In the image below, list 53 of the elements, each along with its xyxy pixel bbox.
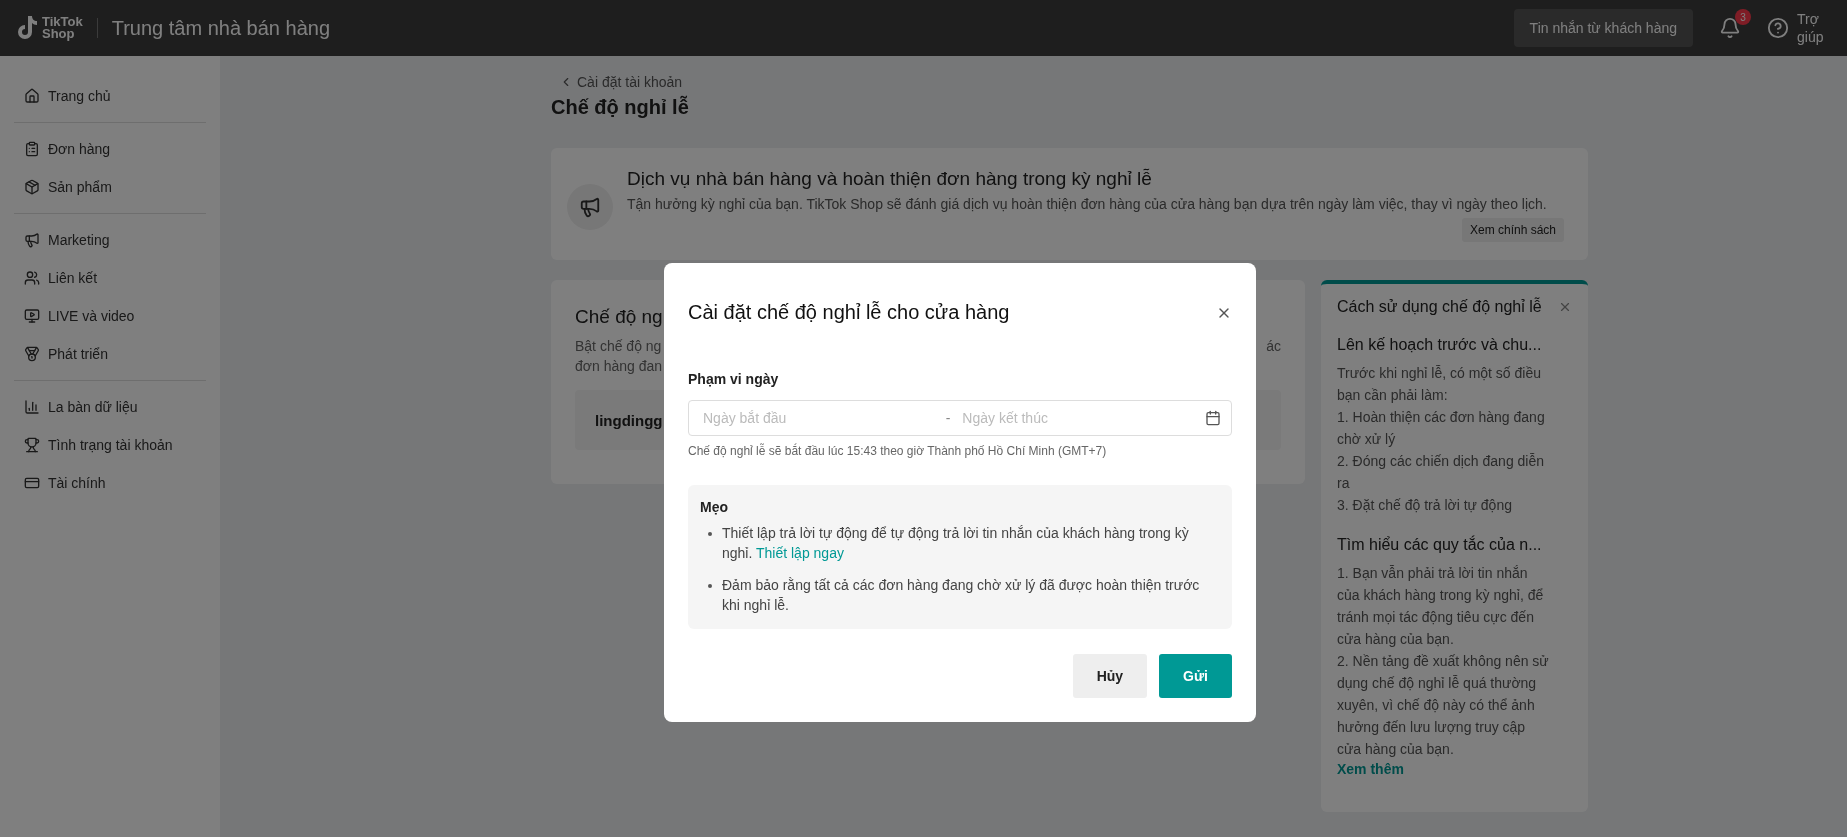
guide-text: 1. Hoàn thiện các đơn hàng đang chờ xử lý [1337,408,1546,449]
panel-title: Cách sử dụng chế độ nghỉ lễ [1337,298,1542,316]
app-title: Trung tâm nhà bán hàng [96,18,330,38]
sidebar-item[interactable]: Phát triển [14,335,206,373]
card-description: đơn hàng đan [575,357,663,376]
bullet-icon [708,584,712,588]
sidebar-item[interactable]: La bàn dữ liệu [14,388,206,426]
bullet-icon [708,532,712,536]
messages-button[interactable]: Tin nhắn từ khách hàng [1513,9,1693,47]
banner-text: Tận hưởng kỳ nghỉ của bạn. TikTok Shop sẽ đánh giá dịch vụ hoàn thiện đơn hàng của cửa hàng bạn dựa trên ngày làm việc, thay vì ngày theo lịch. [627,196,1548,212]
tip-text: Thiết lập trả lời tự động để tự động trả lời tin nhắn của khách hàng trong kỳ nghỉ. Thiết lập ngay [722,524,1190,563]
sidebar-item[interactable]: LIVE và video [14,297,206,335]
field-hint: Chế độ nghỉ lễ sẽ bắt đầu lúc 15:43 theo giờ Thành phố Hồ Chí Minh (GMT+7) [688,444,1108,458]
logo-text: Shop [42,28,76,40]
guide-text: 1. Bạn vẫn phải trả lời tin nhắn của khách hàng trong kỳ nghỉ, để tránh mọi tác động tiêu cực đến cửa hàng của bạn. [1337,564,1545,649]
page-title: Chế độ nghỉ lễ [551,96,690,119]
submit-button[interactable]: Gửi [1159,654,1232,698]
cancel-button[interactable]: Hủy [1072,654,1148,698]
sidebar-item[interactable]: Sản phẩm [14,168,206,206]
card-description: Bật chế độ ng [575,337,663,356]
card-description: ác [1266,337,1281,356]
tips-title: Mẹo [700,499,729,515]
help-link[interactable]: Trợ giúp [1797,10,1831,46]
sidebar-item[interactable]: Liên kết [14,259,206,297]
calendar-icon [1205,410,1221,426]
logo-icon [16,15,38,41]
guide-text: Trước khi nghỉ lễ, có một số điều bạn cần phải làm: [1337,364,1542,405]
logo-text: TikTok [42,16,83,28]
section-heading: Tìm hiểu các quy tắc của n... [1337,536,1543,554]
back-link[interactable]: Cài đặt tài khoản [559,74,1588,90]
sidebar-item[interactable]: Trang chủ [14,77,206,115]
notification-badge: 3 [1735,9,1751,25]
dialog-title: Cài đặt chế độ nghỉ lễ cho cửa hàng [688,301,1010,324]
setup-link[interactable]: Thiết lập ngay [756,545,844,561]
policy-button[interactable]: Xem chính sách [1461,218,1564,242]
banner-title: Dịch vụ nhà bán hàng và hoàn thiện đơn hàng trong kỳ nghỉ lễ [627,168,1153,190]
bell-icon[interactable] [1719,17,1741,39]
help-icon[interactable] [1767,17,1789,39]
sidebar-item[interactable]: Đơn hàng [14,130,206,168]
megaphone-icon [579,196,601,218]
sidebar-item[interactable]: Tài chính [14,464,206,502]
guide-text: 2. Nền tảng đề xuất không nên sử dụng chế độ nghỉ lễ quá thường xuyên, vì chế độ này có thể ảnh hưởng đến lưu lượng truy cập cửa hàng của bạn. [1337,652,1549,759]
guide-text: 3. Đặt chế độ trả lời tự động [1337,496,1513,515]
account-name: lingdingg [595,411,663,429]
field-label: Phạm vi ngày [688,371,780,387]
range-separator: - [945,410,951,426]
section-heading: Lên kế hoạch trước và chu... [1337,336,1543,354]
guide-text: 2. Đóng các chiến dịch đang diễn ra [1337,452,1546,493]
sidebar-item[interactable]: Marketing [14,221,206,259]
card-title: Chế độ ng [575,306,663,328]
tip-text: Đảm bảo rằng tất cả các đơn hàng đang chờ xử lý đã được hoàn thiện trước khi nghỉ lễ. [722,576,1201,615]
sidebar-item[interactable]: Tình trạng tài khoản [14,426,206,464]
more-link[interactable]: Xem thêm [1337,761,1404,777]
